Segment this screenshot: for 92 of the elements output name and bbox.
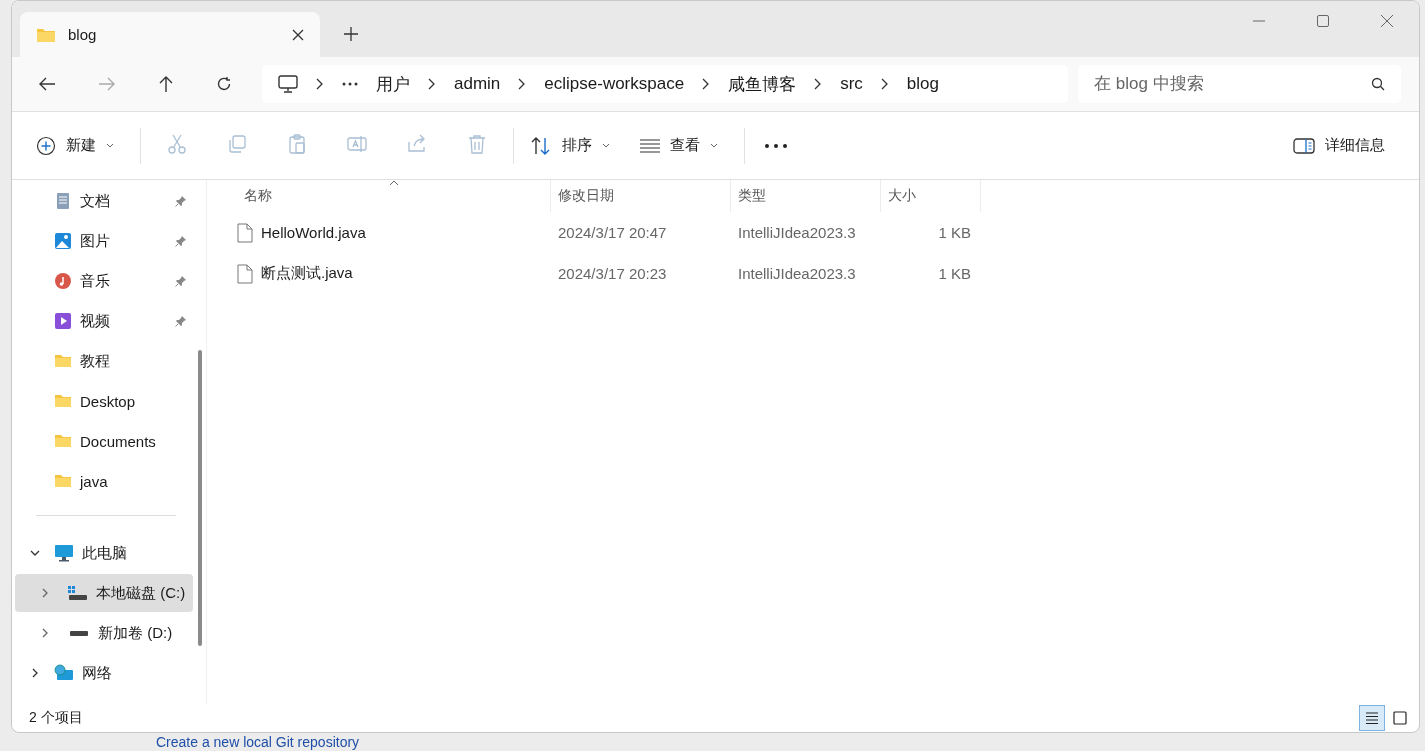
monitor-icon [54, 544, 74, 562]
search-icon [1371, 77, 1385, 91]
column-header[interactable]: 类型 [731, 180, 881, 212]
paste-icon [286, 133, 308, 155]
pictures-icon [54, 232, 72, 250]
size-cell-text: 1 KB [937, 265, 972, 282]
file-name[interactable]: 断点测试.java [261, 264, 353, 283]
drive-icon [68, 586, 88, 600]
plus-circle-icon [36, 135, 56, 156]
breadcrumb[interactable]: src [840, 74, 863, 94]
sidebar-item[interactable]: java [15, 462, 193, 500]
close-icon[interactable] [292, 28, 304, 41]
view-button[interactable]: 查看 [630, 130, 728, 161]
date-cell-text: 2024/3/17 20:23 [557, 265, 668, 282]
chevron-right-icon[interactable] [30, 668, 40, 678]
new-tab-icon[interactable] [344, 27, 358, 41]
documents-icon [54, 192, 72, 210]
scrollbar-thumb[interactable] [198, 350, 202, 646]
chevron-icon [702, 78, 711, 90]
drive-icon [69, 630, 89, 636]
chevron-right-icon[interactable] [40, 628, 50, 638]
breadcrumb[interactable]: blog [906, 74, 939, 94]
tiles-view-icon [1393, 711, 1407, 725]
type-cell-text: IntelliJIdea2023.3 [737, 265, 857, 282]
caret-icon [106, 143, 114, 148]
chevron-icon [814, 78, 823, 90]
column-header[interactable]: 名称 [237, 180, 551, 212]
sidebar-item[interactable]: 文档 [15, 182, 193, 220]
file-name[interactable]: HelloWorld.java [261, 224, 366, 241]
more-icon[interactable] [342, 82, 358, 86]
tab-title: blog [68, 26, 98, 43]
size-cell-text: 1 KB [937, 224, 972, 241]
chevron-icon [428, 78, 436, 90]
file-icon [237, 222, 253, 243]
sidebar-item[interactable]: 音乐 [15, 262, 193, 300]
lines-icon [640, 138, 660, 153]
copy-icon [226, 133, 248, 155]
item-count: 2 个项目 [29, 709, 83, 727]
chevron-icon [316, 78, 324, 90]
details-view-icon [1365, 711, 1379, 725]
file-icon [237, 263, 253, 284]
search-field[interactable]: 在 blog 中搜索 [1078, 65, 1401, 103]
address-bar[interactable]: 用户 admin eclipse-workspace 咸鱼博客 src blog [262, 65, 1068, 103]
details-view-button[interactable] [1359, 705, 1385, 731]
breadcrumb[interactable]: admin [454, 74, 501, 94]
sort-up-icon [388, 180, 399, 186]
folder-icon [54, 352, 72, 370]
details-pane-icon [1293, 137, 1315, 154]
column-header[interactable]: 修改日期 [551, 180, 731, 212]
tree-item[interactable]: 此电脑 [15, 534, 193, 572]
up-arrow-icon[interactable] [158, 75, 174, 93]
details-pane-button[interactable]: 详细信息 [1283, 130, 1395, 161]
folder-icon [54, 432, 72, 450]
sidebar-item[interactable]: 视频 [15, 302, 193, 340]
breadcrumb[interactable]: 咸鱼博客 [728, 72, 797, 96]
sidebar-item[interactable]: Desktop [15, 382, 193, 420]
breadcrumb[interactable]: 用户 [376, 72, 410, 96]
new-button[interactable]: 新建 [26, 129, 124, 162]
sidebar-item[interactable]: 教程 [15, 342, 193, 380]
rename-icon [346, 133, 368, 155]
back-arrow-icon[interactable] [38, 76, 56, 92]
sort-arrows-icon [530, 135, 552, 156]
maximize-icon[interactable] [1317, 15, 1329, 27]
date-cell-text: 2024/3/17 20:47 [557, 224, 668, 241]
folder-tab[interactable]: blog [20, 12, 320, 57]
share-icon [406, 133, 428, 155]
chevron-down-icon[interactable] [30, 548, 40, 558]
folder-icon [54, 472, 72, 490]
chevron-icon [518, 78, 527, 90]
tree-item[interactable]: 网络 [15, 654, 193, 692]
music-icon [54, 272, 72, 290]
column-header[interactable]: 大小 [881, 180, 981, 212]
cut-icon [166, 133, 188, 155]
breadcrumb[interactable]: eclipse-workspace [544, 74, 685, 94]
git-repository-link[interactable]: Create a new local Git repository [156, 734, 360, 750]
chevron-icon [880, 78, 889, 90]
videos-icon [54, 312, 72, 330]
refresh-icon[interactable] [216, 76, 232, 92]
caret-icon [710, 143, 718, 148]
delete-icon [466, 133, 488, 155]
type-cell-text: IntelliJIdea2023.3 [737, 224, 857, 241]
folder-icon [36, 26, 56, 43]
more-icon[interactable] [765, 143, 787, 148]
globe-monitor-icon [54, 664, 74, 682]
tree-item[interactable]: 新加卷 (D:) [15, 614, 193, 652]
folder-icon [54, 392, 72, 410]
monitor-icon [278, 75, 298, 93]
caret-icon [602, 143, 610, 148]
tree-item[interactable]: 本地磁盘 (C:) [15, 574, 193, 612]
sidebar-item[interactable]: 图片 [15, 222, 193, 260]
sidebar-item[interactable]: Documents [15, 422, 193, 460]
sort-button[interactable]: 排序 [520, 129, 620, 162]
